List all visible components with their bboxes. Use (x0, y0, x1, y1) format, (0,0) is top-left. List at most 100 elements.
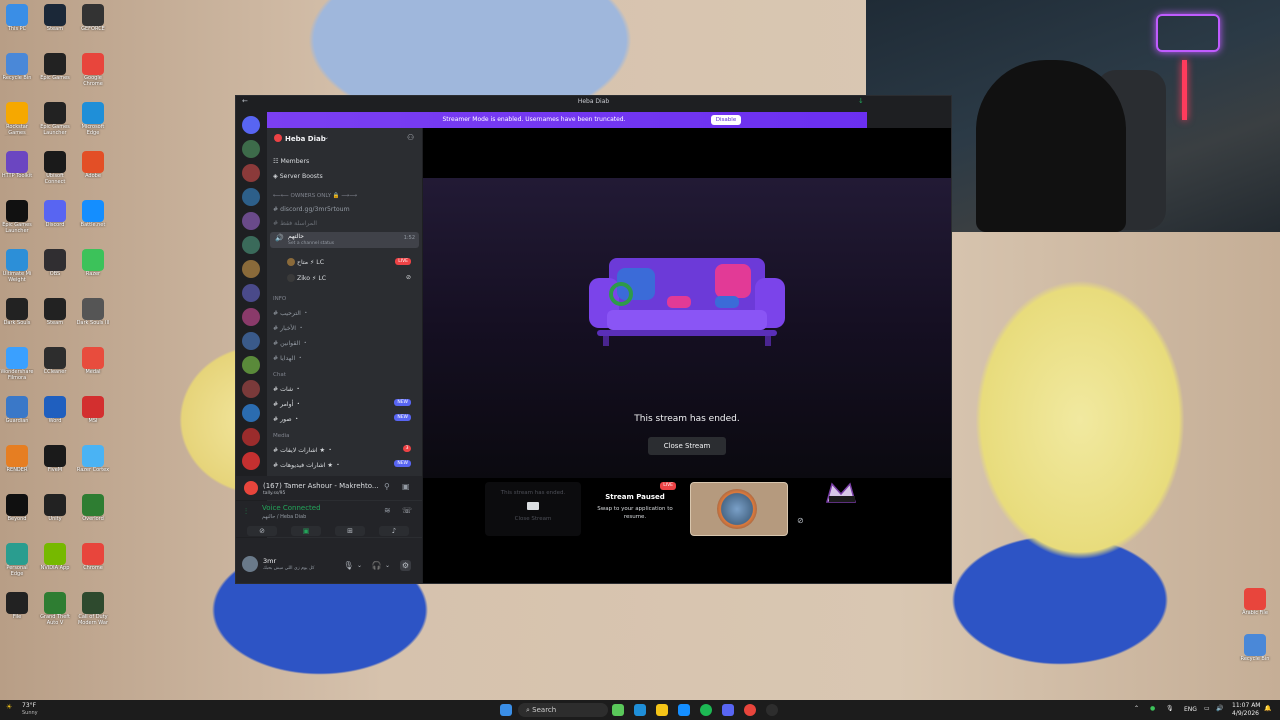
avatar[interactable] (242, 556, 258, 572)
nav-members[interactable]: ☷ Members (273, 158, 309, 165)
server-icon[interactable] (242, 308, 260, 326)
desktop-icon[interactable]: Personal Edge (0, 543, 34, 577)
desktop-icon[interactable]: NVIDIA App (38, 543, 72, 577)
user-avatar-tile-2[interactable] (817, 478, 867, 508)
voice-user-1[interactable]: متاح ⚡ LC LIVE (287, 258, 415, 266)
signal-icon[interactable]: ⫶ (245, 507, 247, 517)
weather-temp[interactable]: 73°F (22, 702, 36, 709)
microphone-icon[interactable]: 🎙 (343, 560, 354, 571)
desktop-icon[interactable]: GEFORCE (76, 4, 110, 38)
discord-icon[interactable] (722, 704, 734, 716)
home-icon[interactable] (242, 116, 260, 134)
desktop-icon[interactable]: Epic Games Launcher (38, 102, 72, 136)
server-icon[interactable] (242, 164, 260, 182)
channel-live-alerts[interactable]: # اشارات لايفات ★ ・ 3 (273, 445, 415, 454)
server-icon[interactable] (242, 284, 260, 302)
channel-gifts[interactable]: # الهدايا ・ (273, 353, 303, 362)
gear-icon[interactable]: ⚙ (400, 560, 411, 571)
desktop-icon[interactable]: Discord (38, 200, 72, 234)
desktop-icon[interactable]: Dark Souls (0, 298, 34, 332)
language-indicator[interactable]: ENG (1184, 706, 1197, 713)
hide-icon[interactable]: ⚲ (384, 482, 390, 491)
start-icon[interactable] (500, 704, 512, 716)
server-icon[interactable] (242, 332, 260, 350)
noise-suppression-icon[interactable]: ≋ (384, 506, 391, 515)
screen-icon[interactable]: ▣ (402, 482, 410, 491)
desktop-icon[interactable]: This PC (0, 4, 34, 38)
desktop-icon[interactable]: Recycle Bin (0, 53, 34, 87)
desktop-icon[interactable]: Call of Duty Modern War (76, 592, 110, 626)
server-icon[interactable] (242, 428, 260, 446)
server-icon[interactable] (242, 356, 260, 374)
desktop-icon[interactable]: Steam (38, 4, 72, 38)
network-icon[interactable]: ▭ (1204, 705, 1210, 712)
paused-stream-tile[interactable]: LIVE Stream Paused Swap to your applicat… (587, 482, 683, 536)
channel-rules[interactable]: # القوانين ・ (273, 338, 308, 347)
clock-time[interactable]: 11:07 AM (1232, 702, 1260, 709)
channel-video-alerts[interactable]: # اشارات فيديوهات ★ ・ NEW (273, 460, 415, 469)
server-icon[interactable] (242, 260, 260, 278)
spotify-icon[interactable] (700, 704, 712, 716)
desktop-icon[interactable]: MSI (76, 396, 110, 430)
desktop-icon[interactable]: Wondershare Filmora (0, 347, 34, 381)
desktop-icon[interactable]: Dark Souls III (76, 298, 110, 332)
razer-tray-icon[interactable]: ● (1150, 705, 1155, 712)
widget-icon[interactable] (612, 704, 624, 716)
volume-icon[interactable]: 🔊 (1216, 705, 1223, 712)
voice-user-2[interactable]: Ziko ⚡ LC ⊘ (287, 274, 415, 282)
desktop-icon[interactable]: HTTP Toolkit (0, 151, 34, 185)
ended-stream-tile[interactable]: This stream has ended. Close Stream (485, 482, 581, 536)
server-icon[interactable] (242, 140, 260, 158)
camera-button[interactable]: ⊘ (247, 526, 277, 536)
disable-streamer-mode-button[interactable]: Disable (711, 115, 741, 125)
desktop-icon[interactable]: Beyond (0, 494, 34, 528)
close-stream-button[interactable]: Close Stream (648, 437, 726, 455)
user-avatar-tile[interactable] (690, 482, 788, 536)
activities-button[interactable]: ⊞ (335, 526, 365, 536)
channel-welcome[interactable]: # الترحيب ・ (273, 308, 309, 317)
desktop-icon[interactable]: Epic Games (38, 53, 72, 87)
desktop-icon[interactable]: Unity (38, 494, 72, 528)
desktop-icon[interactable]: File (0, 592, 34, 626)
mic-chevron-icon[interactable]: ⌄ (354, 560, 365, 571)
desktop-icon[interactable]: Rockstar Games Launcher (0, 102, 34, 136)
desktop-icon[interactable]: Word (38, 396, 72, 430)
desktop-icon[interactable]: Battle.net (76, 200, 110, 234)
desktop-icon[interactable]: Arabic File (1238, 588, 1272, 622)
channel-commands[interactable]: # أوامر ・ NEW (273, 399, 415, 408)
desktop-icon[interactable]: Medal (76, 347, 110, 381)
desktop-icon[interactable]: Recycle Bin (1238, 634, 1272, 668)
desktop-icon[interactable]: Guardian (0, 396, 34, 430)
headphones-chevron-icon[interactable]: ⌄ (382, 560, 393, 571)
chrome-icon[interactable] (744, 704, 756, 716)
channel-invite-link[interactable]: # discord.gg/3mr5rtoum (273, 206, 350, 213)
server-icon[interactable] (242, 236, 260, 254)
desktop-icon[interactable]: Steam (38, 298, 72, 332)
server-icon[interactable] (242, 188, 260, 206)
add-member-icon[interactable]: ⚇ (407, 133, 414, 142)
desktop-icon[interactable]: RENDER (0, 445, 34, 479)
server-icon[interactable] (242, 452, 260, 470)
desktop-icon[interactable]: CCleaner (38, 347, 72, 381)
file-explorer-icon[interactable] (656, 704, 668, 716)
desktop-icon[interactable]: Adobe (76, 151, 110, 185)
headphones-icon[interactable]: 🎧 (371, 560, 382, 571)
taskbar-search[interactable]: ⌕ Search (518, 703, 608, 717)
desktop-icon[interactable]: Google Chrome (76, 53, 110, 87)
desktop-icon[interactable]: FiveM (38, 445, 72, 479)
obs-icon[interactable] (766, 704, 778, 716)
soundboard-button[interactable]: ♪ (379, 526, 409, 536)
battlenet-icon[interactable] (678, 704, 690, 716)
server-header[interactable]: Heba Diab ⌄ ⚇ (267, 128, 422, 150)
channel-chat[interactable]: # شات ・ (273, 384, 415, 393)
channel-correspondence[interactable]: # المراسلة فقط (273, 220, 317, 227)
disconnect-icon[interactable]: ☏ (402, 506, 412, 515)
server-icon[interactable] (242, 404, 260, 422)
channel-news[interactable]: # الأخبار ・ (273, 323, 304, 332)
desktop-icon[interactable]: Epic Games Launcher (0, 200, 34, 234)
desktop-icon[interactable]: OBS (38, 249, 72, 283)
voice-channel-active[interactable]: 🔊 حالتهم Set a channel status 1:52 (270, 232, 419, 248)
desktop-icon[interactable]: Overlord (76, 494, 110, 528)
category-chat[interactable]: Chat (273, 372, 286, 378)
notification-icon[interactable]: 🔔 (1264, 705, 1271, 712)
